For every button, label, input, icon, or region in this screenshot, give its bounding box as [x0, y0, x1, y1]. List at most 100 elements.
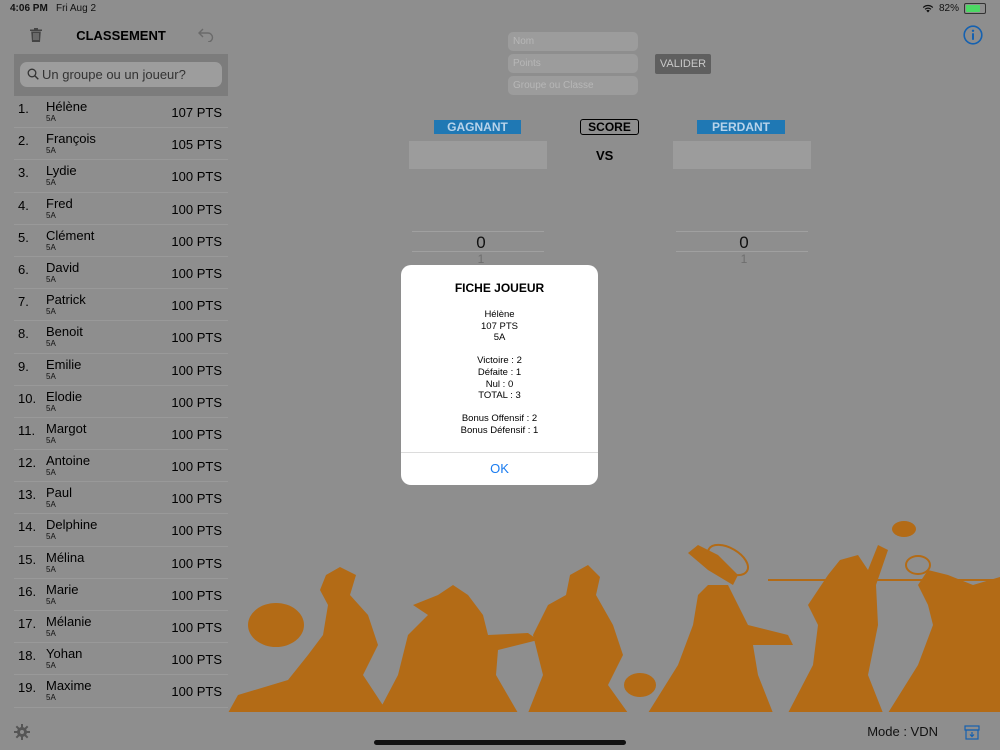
player-name: Benoit — [46, 324, 83, 340]
player-row[interactable]: 19. Maxime 5A 100 PTS — [14, 675, 228, 708]
player-class: 5A — [46, 339, 56, 349]
battery-percent: 82% — [938, 3, 959, 14]
player-row[interactable]: 11. Margot 5A 100 PTS — [14, 417, 228, 451]
search-bar — [14, 54, 228, 96]
info-icon[interactable] — [963, 25, 983, 45]
player-rank: 4. — [18, 197, 29, 213]
group-input[interactable] — [508, 76, 638, 95]
winner-score-picker[interactable]: 0 — [412, 233, 550, 253]
status-right: 82% — [922, 3, 986, 14]
player-class: 5A — [46, 468, 56, 478]
undo-icon[interactable] — [198, 28, 214, 42]
ok-button[interactable]: OK — [401, 452, 598, 485]
player-points: 100 PTS — [171, 587, 222, 603]
player-points: 100 PTS — [171, 362, 222, 378]
player-row[interactable]: 15. Mélina 5A 100 PTS — [14, 546, 228, 579]
search-input[interactable] — [42, 62, 222, 87]
player-points: 100 PTS — [171, 394, 222, 410]
loser-label: PERDANT — [697, 120, 785, 134]
player-row[interactable]: 7. Patrick 5A 100 PTS — [14, 289, 228, 322]
player-name: Hélène — [484, 309, 515, 320]
player-class: 5A — [493, 332, 506, 344]
player-rank: 12. — [18, 455, 37, 471]
player-name: François — [46, 131, 96, 147]
stat-total: TOTAL : 3 — [478, 390, 521, 402]
gear-icon[interactable] — [14, 724, 30, 740]
status-time: 4:06 PM — [10, 3, 48, 14]
player-points: 100 PTS — [171, 652, 222, 668]
player-class: 5A — [46, 307, 56, 317]
player-points: 100 PTS — [171, 298, 222, 314]
player-row[interactable]: 8. Benoit 5A 100 PTS — [14, 321, 228, 354]
player-class: 5A — [46, 500, 56, 510]
dialog-body: Hélène 107 PTS 5A Victoire : 2 Défaite :… — [401, 309, 598, 437]
player-class: 5A — [46, 403, 56, 413]
player-rank: 13. — [18, 487, 37, 503]
player-points: 107 PTS — [481, 320, 518, 332]
loser-box[interactable] — [673, 141, 811, 169]
player-points: 100 PTS — [171, 426, 222, 442]
archive-icon[interactable] — [964, 725, 980, 740]
player-points: 100 PTS — [171, 491, 222, 507]
player-rank: 1. — [18, 101, 29, 116]
stat-draws: Nul : 0 — [485, 378, 514, 390]
player-rank: 5. — [18, 229, 29, 245]
stat-bonus-defensive: Bonus Défensif : 1 — [460, 424, 539, 436]
player-points: 100 PTS — [171, 523, 222, 539]
sports-silhouettes-image — [228, 521, 1000, 713]
stat-victories: Victoire : 2 — [477, 355, 522, 367]
player-row[interactable]: 10. Elodie 5A 100 PTS — [14, 385, 228, 418]
player-rank: 8. — [18, 326, 29, 342]
player-row[interactable]: 16. Marie 5A 100 PTS — [14, 578, 228, 611]
player-row[interactable]: 6. David 5A 100 PTS — [14, 256, 228, 290]
player-name: Yohan — [46, 646, 83, 662]
player-name: Hélène — [46, 99, 88, 114]
player-row[interactable]: 17. Mélanie 5A 100 PTS — [14, 611, 228, 644]
player-points: 100 PTS — [171, 620, 222, 635]
player-row[interactable]: 14. Delphine 5A 100 PTS — [14, 514, 228, 547]
player-name: Clément — [46, 227, 95, 243]
player-points: 100 PTS — [171, 265, 222, 281]
player-name: Patrick — [46, 292, 86, 308]
wifi-icon — [922, 4, 934, 13]
player-row[interactable]: 4. Fred 5A 100 PTS — [14, 192, 228, 225]
player-row[interactable]: 18. Yohan 5A 100 PTS — [14, 643, 228, 676]
player-class: 5A — [46, 532, 56, 542]
player-class: 5A — [46, 242, 56, 252]
player-row[interactable]: 9. Emilie 5A 100 PTS — [14, 353, 228, 386]
player-row[interactable]: 13. Paul 5A 100 PTS — [14, 482, 228, 515]
search-field[interactable] — [20, 62, 222, 87]
player-row[interactable]: 1. Hélène 5A 107 PTS — [14, 96, 228, 129]
player-rank: 6. — [18, 261, 29, 277]
bottom-toolbar: Mode : VDN — [0, 712, 1000, 750]
player-row[interactable]: 3. Lydie 5A 100 PTS — [14, 160, 228, 193]
player-card-dialog: FICHE JOUEUR Hélène 107 PTS 5A Victoire … — [401, 265, 598, 485]
player-row[interactable]: 5. Clément 5A 100 PTS — [14, 224, 228, 257]
points-input[interactable] — [508, 54, 638, 73]
player-name: Elodie — [46, 388, 83, 404]
player-row[interactable]: 2. François 5A 105 PTS — [14, 128, 228, 161]
player-name: Margot — [46, 420, 87, 436]
mode-label: Mode : VDN — [867, 724, 938, 739]
validate-button[interactable]: VALIDER — [655, 54, 711, 74]
name-input[interactable] — [508, 32, 638, 51]
player-class: 5A — [46, 564, 56, 574]
player-row[interactable]: 12. Antoine 5A 100 PTS — [14, 450, 228, 483]
player-rank: 16. — [18, 583, 37, 599]
player-rank: 3. — [18, 165, 29, 181]
player-name: Maxime — [46, 678, 92, 694]
player-points: 105 PTS — [171, 137, 222, 153]
player-rank: 18. — [18, 648, 37, 664]
player-points: 100 PTS — [171, 330, 222, 346]
score-label[interactable]: SCORE — [580, 119, 639, 135]
player-points: 100 PTS — [171, 555, 222, 571]
player-rank: 10. — [18, 390, 37, 406]
player-name: David — [46, 259, 80, 275]
player-class: 5A — [46, 629, 56, 638]
winner-box[interactable] — [409, 141, 547, 169]
loser-picker-top-line — [676, 231, 808, 232]
home-indicator[interactable] — [374, 740, 626, 745]
player-class: 5A — [46, 371, 56, 381]
loser-score-picker[interactable]: 0 — [676, 233, 812, 253]
